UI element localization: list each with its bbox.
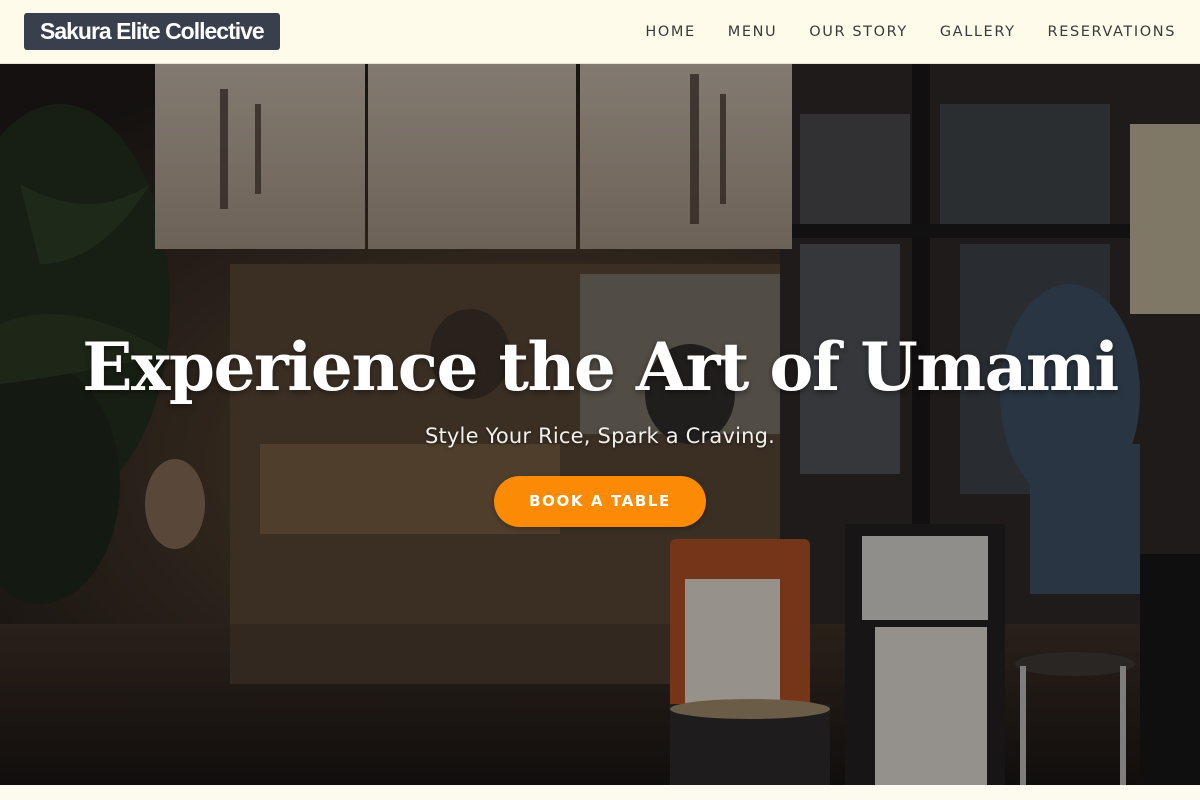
main-nav: HOME MENU OUR STORY GALLERY RESERVATIONS [645,24,1176,40]
nav-link-gallery[interactable]: GALLERY [940,24,1016,40]
hero-content: Experience the Art of Umami Style Your R… [0,328,1200,527]
page-bottom-strip [0,785,1200,800]
hero-section: Experience the Art of Umami Style Your R… [0,64,1200,785]
nav-link-menu[interactable]: MENU [728,24,778,40]
hero-title: Experience the Art of Umami [82,328,1119,406]
nav-link-reservations[interactable]: RESERVATIONS [1048,24,1176,40]
nav-link-our-story[interactable]: OUR STORY [809,24,908,40]
top-navbar: Sakura Elite Collective HOME MENU OUR ST… [0,0,1200,64]
brand-logo[interactable]: Sakura Elite Collective [24,13,280,50]
nav-link-home[interactable]: HOME [645,24,695,40]
book-a-table-button[interactable]: BOOK A TABLE [494,475,706,527]
hero-subtitle: Style Your Rice, Spark a Craving. [424,423,776,448]
